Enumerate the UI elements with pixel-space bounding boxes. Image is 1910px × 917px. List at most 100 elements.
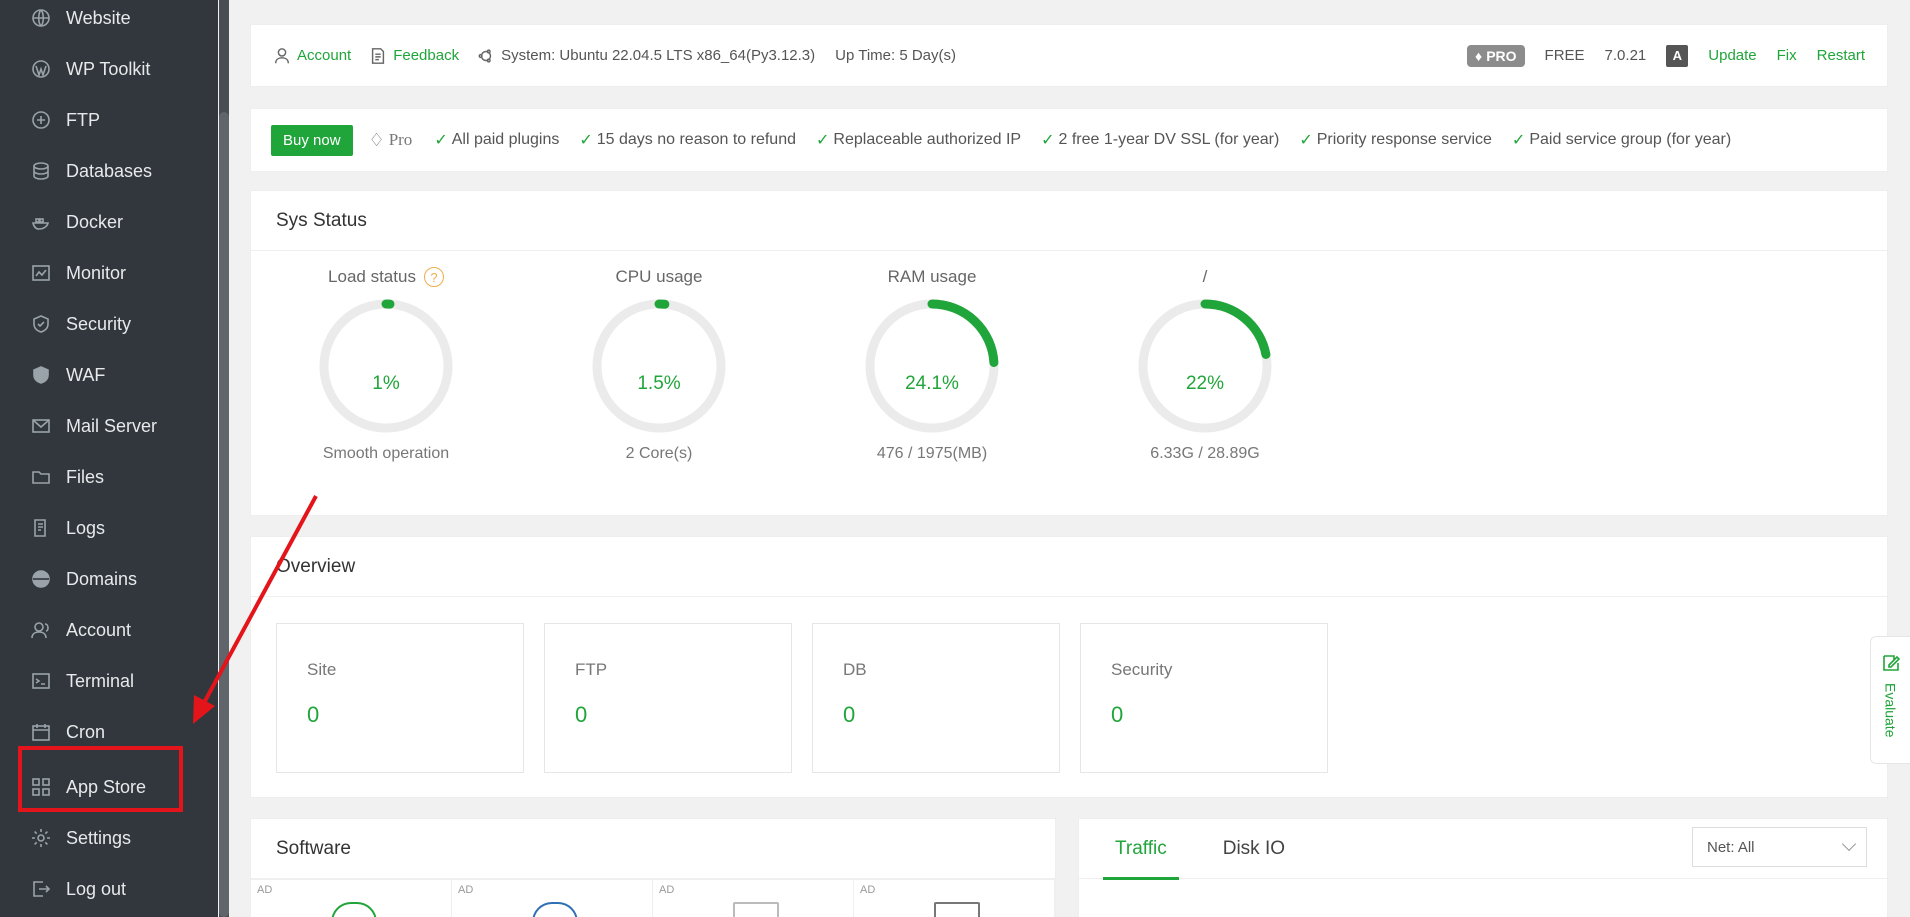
buy-bar: Buy now ♢ Pro ✓ All paid plugins ✓ 15 days… (250, 108, 1888, 172)
sidebar-item-wp-toolkit[interactable]: WP Toolkit (0, 49, 218, 89)
gear-icon (30, 827, 52, 849)
sidebar-item-waf[interactable]: WAF (0, 355, 218, 395)
overview-card-value[interactable]: 0 (843, 702, 1059, 728)
sidebar-item-log-out[interactable]: Log out (0, 869, 218, 909)
globe-icon (30, 7, 52, 29)
sidebar-item-logs[interactable]: Logs (0, 508, 218, 548)
sidebar-scrollbar-thumb[interactable] (219, 112, 229, 917)
diamond-icon: ♢ (368, 129, 385, 150)
gauge-label: RAM usage (887, 267, 977, 286)
tab-disk-io[interactable]: Disk IO (1223, 819, 1285, 879)
software-ad-item[interactable]: AD (653, 880, 854, 917)
sys-status-panel: Sys Status Load status ? 1% Smooth opera… (250, 190, 1888, 516)
account-link[interactable]: Account (273, 47, 351, 65)
overview-card-label: Security (1111, 660, 1173, 679)
user-icon (30, 619, 52, 641)
check-icon: ✓ (579, 132, 593, 149)
main-content: Account Feedback System: Ubuntu 22.04.5 … (232, 0, 1910, 917)
help-icon[interactable]: ? (423, 267, 444, 287)
sidebar-item-label: Files (66, 466, 105, 487)
feedback-link-label: Feedback (393, 47, 460, 64)
disk-usage-gauge[interactable]: / 22% 6.33G / 28.89G (1105, 263, 1305, 483)
docker-icon (30, 211, 52, 233)
sidebar-item-website[interactable]: Website (0, 0, 218, 38)
feature-label: 15 days no reason to refund (596, 131, 796, 148)
check-icon: ✓ (1511, 132, 1526, 149)
software-ad-item[interactable]: AD (452, 880, 653, 917)
gauge-label: Load status ? (286, 263, 486, 291)
feature-label: Replaceable authorized IP (833, 131, 1022, 148)
gauge-label: CPU usage (615, 267, 703, 286)
software-ad-strip: AD AD AD AD (251, 879, 1057, 917)
gauge-value: 24.1% (905, 373, 959, 394)
sidebar-item-databases[interactable]: Databases (0, 151, 218, 191)
pro-badge[interactable]: ♦ PRO (1467, 44, 1525, 67)
edit-icon (1882, 655, 1900, 671)
fix-link[interactable]: Fix (1777, 47, 1797, 64)
check-icon: ✓ (1299, 132, 1313, 149)
gauge-ring (865, 299, 999, 433)
sidebar-item-domains[interactable]: Domains (0, 559, 218, 599)
sidebar-item-security[interactable]: Security (0, 304, 218, 344)
overview-title: Overview (251, 537, 1887, 597)
overview-card-value[interactable]: 0 (307, 702, 523, 728)
user-icon (274, 47, 290, 63)
sidebar-item-settings[interactable]: Settings (0, 818, 218, 858)
update-link[interactable]: Update (1708, 47, 1756, 64)
overview-card-label: FTP (575, 660, 608, 679)
ad-label: AD (257, 884, 273, 896)
software-ad-item[interactable]: AD (854, 880, 1055, 917)
overview-card-ftp[interactable]: FTP 0 (544, 623, 792, 773)
gauge-sub: 2 Core(s) (625, 445, 693, 462)
gauge-label-text: Load status (328, 267, 416, 286)
gauge-ring (1138, 299, 1272, 433)
pro-label-text: Pro (388, 130, 413, 149)
language-icon[interactable]: A (1666, 44, 1689, 67)
feature-item: ✓ 15 days no reason to refund (579, 130, 796, 150)
sidebar-item-account[interactable]: Account (0, 610, 218, 650)
sidebar-item-docker[interactable]: Docker (0, 202, 218, 242)
sidebar-item-label: Cron (66, 721, 106, 742)
sidebar-item-files[interactable]: Files (0, 457, 218, 497)
cpu-usage-gauge[interactable]: CPU usage 1.5% 2 Core(s) (559, 263, 759, 483)
sidebar-item-terminal[interactable]: Terminal (0, 661, 218, 701)
sidebar-item-monitor[interactable]: Monitor (0, 253, 218, 293)
gauge-ring (319, 299, 453, 433)
sidebar-item-label: Mail Server (66, 415, 158, 436)
feedback-link[interactable]: Feedback (369, 47, 459, 65)
overview-card-site[interactable]: Site 0 (276, 623, 524, 773)
overview-card-db[interactable]: DB 0 (812, 623, 1060, 773)
ad-label: AD (860, 884, 876, 896)
ram-usage-gauge[interactable]: RAM usage 24.1% 476 / 1975(MB) (832, 263, 1032, 483)
ftp-icon (30, 109, 52, 131)
tab-traffic[interactable]: Traffic (1103, 819, 1179, 880)
load-status-gauge[interactable]: Load status ? 1% Smooth operation (286, 263, 486, 483)
feature-label: Paid service group (for year) (1529, 131, 1732, 148)
buy-now-button[interactable]: Buy now (271, 124, 353, 156)
gauge-label: / (1202, 267, 1208, 286)
pro-label: ♢ Pro (369, 130, 413, 151)
gauge-value: 1% (372, 373, 400, 394)
sidebar-item-mail-server[interactable]: Mail Server (0, 406, 218, 446)
restart-link[interactable]: Restart (1817, 47, 1865, 64)
overview-card-value[interactable]: 0 (575, 702, 791, 728)
overview-card-security[interactable]: Security 0 (1080, 623, 1328, 773)
log-icon (30, 517, 52, 539)
software-ad-item[interactable]: AD (251, 880, 452, 917)
sidebar-item-label: Terminal (66, 670, 135, 691)
overview-card-value[interactable]: 0 (1111, 702, 1327, 728)
traffic-panel: Traffic Disk IO Net: All (1078, 818, 1888, 917)
logout-icon (30, 878, 52, 900)
folder-icon (30, 466, 52, 488)
gauge-ring (592, 299, 726, 433)
sidebar-item-label: Domains (66, 568, 138, 589)
software-panel: Software AD AD AD AD (250, 818, 1057, 917)
gauge-value: 22% (1185, 373, 1225, 394)
wordpress-icon (30, 58, 52, 80)
check-icon: ✓ (434, 132, 448, 149)
sidebar-item-ftp[interactable]: FTP (0, 100, 218, 140)
software-thumb-icon (733, 902, 779, 917)
net-select[interactable]: Net: All (1692, 827, 1867, 867)
software-thumb-icon (532, 902, 578, 917)
evaluate-tab[interactable]: Evaluate (1870, 636, 1910, 764)
